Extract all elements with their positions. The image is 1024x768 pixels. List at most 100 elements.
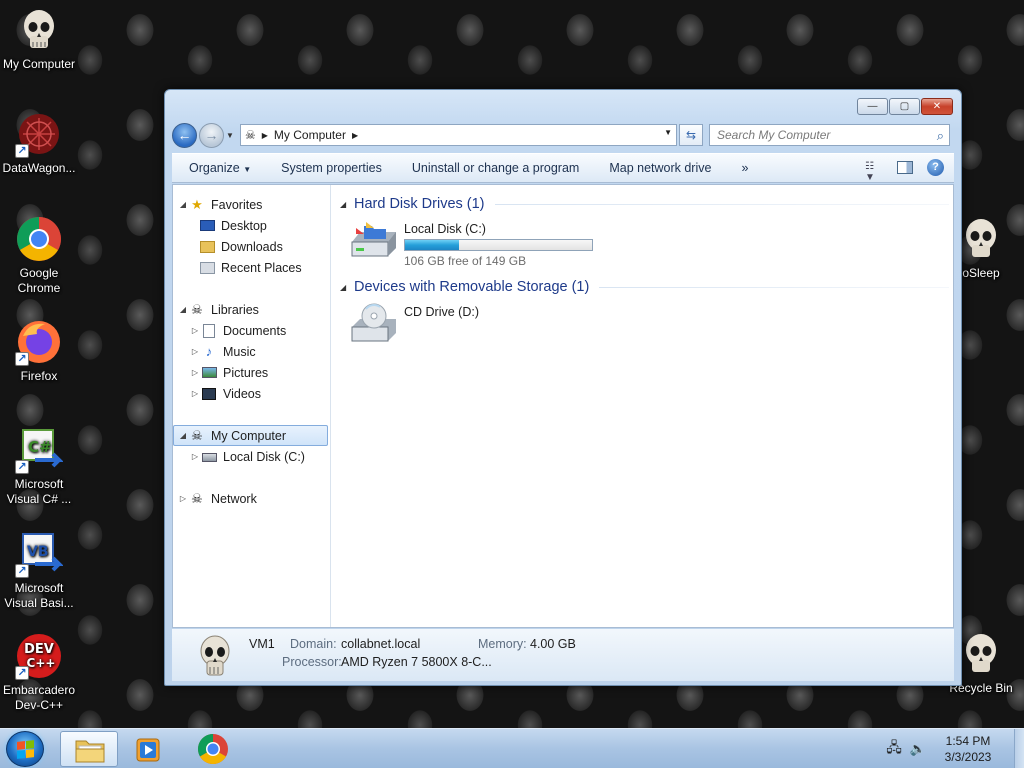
- firefox-icon: ↗: [15, 318, 63, 366]
- nav-music[interactable]: ▷ ♪ Music: [173, 341, 330, 362]
- desktop-icon-devcpp[interactable]: DEV C++ ↗ Embarcadero Dev-C++: [0, 632, 78, 713]
- desktop-icon-label: Microsoft Visual Basi...: [4, 581, 74, 610]
- desktop-icon-my-computer[interactable]: My Computer: [0, 6, 78, 72]
- desktop-icon-google-chrome[interactable]: Google Chrome: [0, 215, 78, 296]
- chevron-down-icon[interactable]: ▼: [664, 128, 672, 137]
- nav-label: Local Disk (C:): [223, 449, 305, 464]
- window-controls: — ▢ ✕: [857, 98, 953, 115]
- expand-icon[interactable]: ▷: [189, 326, 201, 335]
- desktop-icon-visual-csharp[interactable]: C# ↗ Microsoft Visual C# ...: [0, 426, 78, 507]
- collapse-icon[interactable]: ◢: [177, 431, 189, 440]
- group-header-removable-storage[interactable]: ◢ Devices with Removable Storage (1): [340, 276, 949, 298]
- drive-usage-bar: [404, 239, 593, 251]
- more-commands-button[interactable]: »: [726, 161, 763, 175]
- shortcut-arrow-icon: ↗: [15, 352, 29, 366]
- help-icon[interactable]: ?: [927, 159, 944, 176]
- expand-icon[interactable]: ▷: [189, 347, 201, 356]
- system-properties-button[interactable]: System properties: [266, 161, 397, 175]
- nav-recent-places[interactable]: Recent Places: [173, 257, 330, 278]
- map-network-drive-button[interactable]: Map network drive: [594, 161, 726, 175]
- group-title: Devices with Removable Storage (1): [354, 279, 590, 295]
- expand-icon[interactable]: ▷: [177, 494, 189, 503]
- clock[interactable]: 1:54 PM 3/3/2023: [934, 733, 1002, 765]
- nav-network[interactable]: ▷ ☠ Network: [173, 488, 330, 509]
- desktop-icon-label: Firefox: [20, 369, 58, 383]
- shortcut-arrow-icon: ↗: [15, 144, 29, 158]
- nav-documents[interactable]: ▷ Documents: [173, 320, 330, 341]
- nav-desktop[interactable]: Desktop: [173, 215, 330, 236]
- volume-icon[interactable]: 🔈: [910, 741, 926, 757]
- file-list-pane[interactable]: ◢ Hard Disk Drives (1) Local Disk (C:) 1…: [332, 185, 953, 627]
- address-bar[interactable]: ☠ ▶ My Computer ▶ ▼: [240, 124, 677, 146]
- nav-label: Desktop: [221, 218, 267, 233]
- network-icon[interactable]: 🖧: [886, 737, 902, 761]
- taskbar-chrome[interactable]: [184, 731, 242, 767]
- drive-usage-fill: [405, 240, 460, 250]
- clock-time: 1:54 PM: [945, 734, 991, 748]
- drive-free-space: 106 GB free of 149 GB: [404, 254, 527, 268]
- group-header-hard-disk-drives[interactable]: ◢ Hard Disk Drives (1): [340, 193, 949, 215]
- refresh-icon: ⇆: [685, 128, 697, 142]
- search-input[interactable]: Search My Computer ⌕: [709, 124, 950, 146]
- recent-places-icon: [199, 260, 215, 276]
- chevron-right-icon[interactable]: ▶: [352, 131, 358, 140]
- search-icon[interactable]: ⌕: [937, 128, 944, 144]
- nav-label: Pictures: [223, 365, 269, 380]
- computer-name: VM1: [249, 637, 275, 651]
- back-button[interactable]: ←: [172, 122, 197, 148]
- nav-local-disk[interactable]: ▷ Local Disk (C:): [173, 446, 330, 467]
- taskbar-explorer[interactable]: [60, 731, 118, 767]
- desktop-icon-label: My Computer: [2, 57, 76, 71]
- minimize-button[interactable]: —: [857, 98, 888, 115]
- breadcrumb-my-computer[interactable]: My Computer: [274, 128, 346, 142]
- organize-button[interactable]: Organize ▼: [172, 161, 266, 175]
- nav-downloads[interactable]: Downloads: [173, 236, 330, 257]
- drive-info: Local Disk (C:) 106 GB free of 149 GB: [404, 222, 593, 268]
- start-button[interactable]: [6, 731, 44, 767]
- nav-label: Downloads: [221, 239, 283, 254]
- back-arrow-icon: ←: [177, 126, 192, 143]
- nav-favorites[interactable]: ◢ ★ Favorites: [173, 194, 330, 215]
- collapse-icon[interactable]: ◢: [340, 200, 354, 209]
- videos-icon: [201, 386, 217, 402]
- drive-cd-d[interactable]: CD Drive (D:): [350, 303, 479, 343]
- drive-local-disk-c[interactable]: Local Disk (C:) 106 GB free of 149 GB: [350, 222, 593, 268]
- drive-name: CD Drive (D:): [404, 305, 479, 319]
- desktop-icon-label: Embarcadero Dev-C++: [2, 683, 76, 712]
- explorer-window[interactable]: — ▢ ✕ ← → ▼ ☠ ▶ My Computer ▶ ▼ ⇆ Search…: [164, 89, 962, 686]
- nav-my-computer[interactable]: ◢ ☠ My Computer: [173, 425, 328, 446]
- group-divider: [494, 203, 949, 205]
- chevron-right-icon[interactable]: ▶: [262, 131, 268, 140]
- show-desktop-button[interactable]: [1014, 729, 1024, 768]
- svg-text:C++: C++: [27, 656, 56, 670]
- desktop-icon-visual-basic[interactable]: VB ↗ Microsoft Visual Basi...: [0, 530, 78, 611]
- nav-videos[interactable]: ▷ Videos: [173, 383, 330, 404]
- refresh-button[interactable]: ⇆: [679, 124, 703, 146]
- expand-icon[interactable]: ▷: [189, 452, 201, 461]
- expand-icon[interactable]: ▷: [189, 389, 201, 398]
- nav-pictures[interactable]: ▷ Pictures: [173, 362, 330, 383]
- desktop-icon-label: Microsoft Visual C# ...: [6, 477, 72, 506]
- collapse-icon[interactable]: ◢: [177, 200, 189, 209]
- forward-button[interactable]: →: [199, 122, 224, 148]
- uninstall-program-button[interactable]: Uninstall or change a program: [397, 161, 594, 175]
- taskbar-media-player[interactable]: [120, 731, 178, 767]
- collapse-icon[interactable]: ◢: [340, 283, 354, 292]
- skull-icon: [957, 215, 1005, 263]
- expand-icon[interactable]: ▷: [189, 368, 201, 377]
- cd-drive-icon: [350, 303, 398, 343]
- recent-pages-dropdown[interactable]: ▼: [226, 131, 236, 140]
- processor-label: Processor:: [282, 655, 342, 669]
- csharp-badge-text: C#: [28, 438, 52, 456]
- close-button[interactable]: ✕: [921, 98, 953, 115]
- processor-value: AMD Ryzen 7 5800X 8-C...: [341, 655, 492, 669]
- nav-label: Music: [223, 344, 256, 359]
- desktop-icon-datawagon[interactable]: ↗ DataWagon...: [0, 110, 78, 176]
- nav-libraries[interactable]: ◢ ☠ Libraries: [173, 299, 330, 320]
- preview-pane-icon[interactable]: [897, 161, 913, 174]
- maximize-button[interactable]: ▢: [889, 98, 920, 115]
- desktop-icon-firefox[interactable]: ↗ Firefox: [0, 318, 78, 384]
- collapse-icon[interactable]: ◢: [177, 305, 189, 314]
- nav-label: Recent Places: [221, 260, 302, 275]
- change-view-icon[interactable]: ☷ ▼: [865, 161, 883, 183]
